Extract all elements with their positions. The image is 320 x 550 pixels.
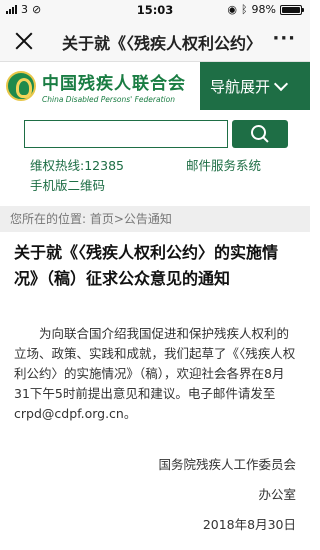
breadcrumb: 您所在的位置: 首页>公告通知 (0, 206, 310, 232)
logo-text: 中国残疾人联合会 China Disabled Persons' Federat… (42, 69, 186, 104)
site-header: 中国残疾人联合会 China Disabled Persons' Federat… (0, 62, 310, 110)
battery-percent: 98% (251, 3, 276, 16)
more-icon[interactable]: ··· (272, 30, 296, 48)
logo-chinese-name: 中国残疾人联合会 (42, 73, 186, 94)
search-bar (24, 120, 288, 150)
close-icon[interactable] (12, 29, 36, 53)
search-icon (251, 125, 267, 141)
bluetooth-icon: ᛒ (240, 3, 248, 16)
search-button[interactable] (232, 120, 288, 148)
site-logo[interactable]: 中国残疾人联合会 China Disabled Persons' Federat… (0, 62, 200, 110)
mail-system-link[interactable]: 邮件服务系统 (186, 156, 261, 176)
chevron-down-icon (273, 76, 289, 91)
status-bar: 3 ⊘ 15:03 ◉ ᛒ 98% (0, 0, 310, 20)
hotline-link[interactable]: 维权热线:12385 (30, 156, 124, 176)
article-body: 为向联合国介绍我国促进和保护残疾人权利的立场、政策、实践和成就，我们起草了《〈残… (14, 326, 296, 421)
location-icon: ◉ (227, 3, 237, 16)
article-title: 关于就《〈残疾人权利公约〉的实施情况》（稿）征求公众意见的通知 (14, 243, 279, 288)
battery-icon (280, 4, 304, 15)
status-right: ◉ ᛒ 98% (227, 3, 304, 16)
search-input[interactable] (24, 120, 228, 148)
nav-title: 关于就《〈残疾人权利公约〉的实施情况》（稿）征求公众意见的通知 (62, 34, 262, 53)
logo-english-name: China Disabled Persons' Federation (42, 94, 175, 104)
mobile-qr-link[interactable]: 手机版二维码 (30, 176, 105, 196)
battery-fill (282, 6, 300, 13)
cdpf-emblem-icon (6, 71, 36, 101)
nav-expand-label: 导航展开 (210, 77, 271, 96)
nav-expand-button[interactable]: 导航展开 (200, 62, 310, 110)
nav-bar: 关于就《〈残疾人权利公约〉的实施情况》（稿）征求公众意见的通知 ··· (0, 20, 310, 62)
article-date: 2018年8月30日 (202, 517, 296, 532)
article-signature-org: 国务院残疾人工作委员会 (158, 457, 296, 472)
article-signature-office: 办公室 (258, 487, 296, 502)
